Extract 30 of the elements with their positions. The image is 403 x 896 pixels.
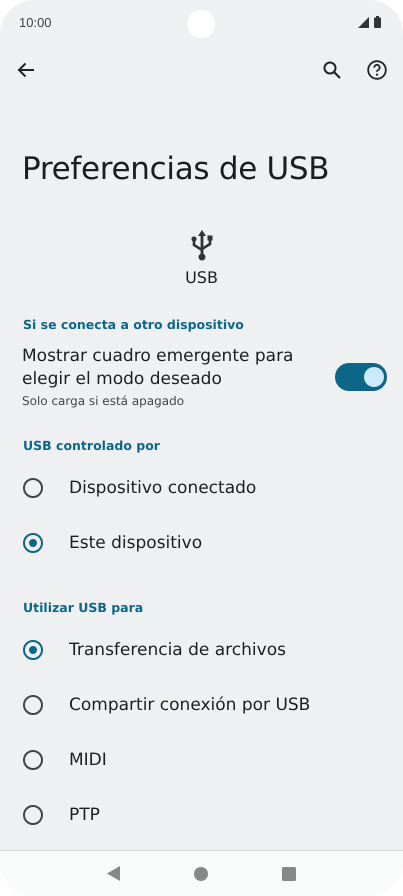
- section-header: Utilizar USB para: [22, 599, 144, 617]
- home-icon[interactable]: [194, 866, 208, 880]
- recents-icon[interactable]: [282, 866, 296, 880]
- usb-icon: [190, 228, 214, 262]
- option-label[interactable]: PTP: [69, 804, 100, 824]
- option-label[interactable]: Transferencia de archivos: [69, 640, 286, 660]
- back-icon[interactable]: [107, 866, 120, 881]
- radio-button[interactable]: [23, 478, 43, 498]
- option-label[interactable]: Dispositivo conectado: [69, 478, 256, 498]
- radio-button[interactable]: [23, 694, 43, 714]
- page-title: Preferencias de USB: [22, 150, 330, 189]
- option-label[interactable]: Este dispositivo: [69, 532, 202, 552]
- section-header: Si se conecta a otro dispositivo: [22, 316, 245, 334]
- option-label[interactable]: Compartir conexión por USB: [69, 694, 310, 714]
- radio-button[interactable]: [23, 532, 43, 552]
- radio-button[interactable]: [23, 804, 43, 824]
- signal-icon: [358, 17, 369, 28]
- setting-subtitle: Solo carga si está apagado: [22, 394, 186, 408]
- radio-button[interactable]: [23, 640, 43, 660]
- radio-button[interactable]: [23, 750, 43, 770]
- option-label[interactable]: MIDI: [69, 750, 107, 770]
- section-header: USB controlado por: [22, 437, 161, 455]
- toggle-switch[interactable]: [335, 362, 387, 390]
- setting-title: Mostrar cuadro emergente para elegir el modo deseado: [22, 345, 294, 391]
- search-icon[interactable]: [323, 61, 341, 79]
- status-time: 10:00: [19, 14, 52, 30]
- back-arrow-icon[interactable]: [17, 62, 35, 78]
- device-label: USB: [185, 268, 218, 287]
- help-icon[interactable]: [367, 60, 387, 80]
- battery-icon: [374, 16, 381, 28]
